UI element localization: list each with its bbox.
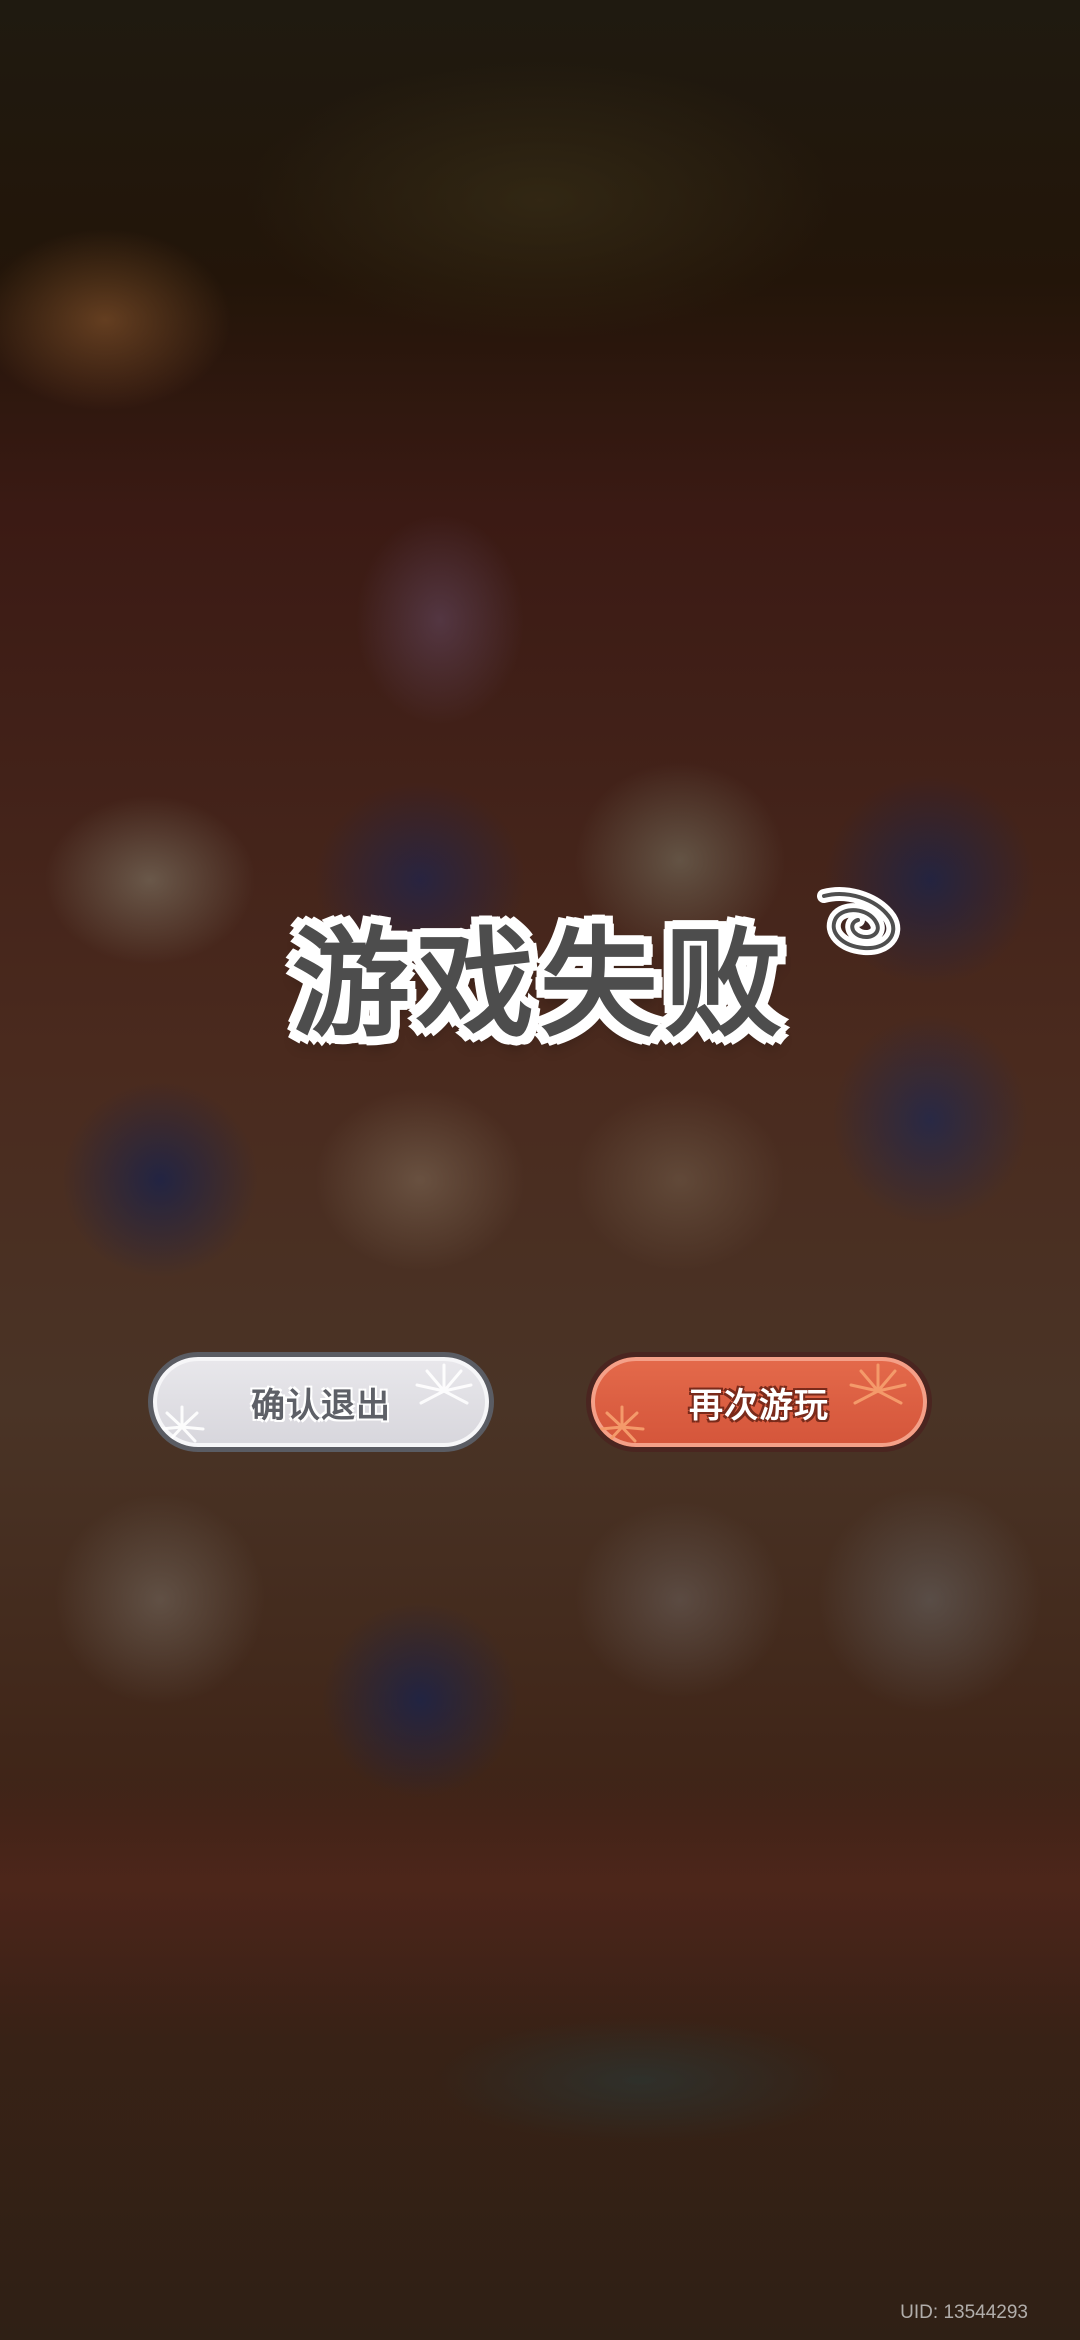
firework-burst-icon xyxy=(415,1363,473,1405)
firework-burst-icon xyxy=(159,1405,205,1443)
firework-burst-icon xyxy=(599,1405,645,1443)
play-again-button[interactable]: 再次游玩 xyxy=(586,1352,932,1452)
confirm-exit-label: 确认退出 xyxy=(251,1385,391,1426)
user-id-label: UID: 13544293 xyxy=(900,2302,1028,2323)
play-again-label: 再次游玩 xyxy=(689,1385,829,1426)
game-failed-title: 游戏失败 xyxy=(290,913,788,1055)
confirm-exit-button[interactable]: 确认退出 xyxy=(148,1352,494,1452)
blurred-background-band xyxy=(0,1780,1080,2040)
scribble-swirl-icon xyxy=(817,887,901,956)
game-over-screen: 游戏失败 确认退出 再次游玩 UID: 13544293 xyxy=(0,0,1080,2340)
firework-burst-icon xyxy=(849,1363,907,1405)
